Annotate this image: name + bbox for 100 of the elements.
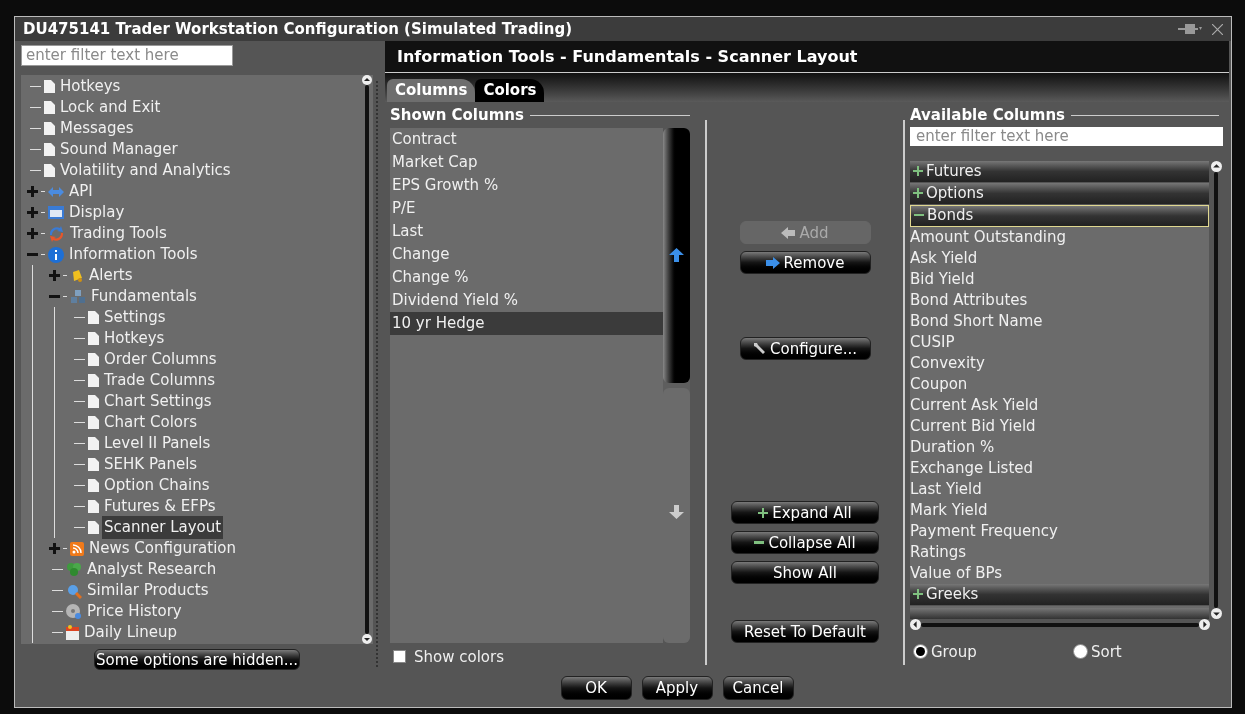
expand-icon[interactable] [27, 228, 38, 239]
filter-field[interactable]: enter filter text here [910, 126, 1223, 146]
page-icon [88, 458, 99, 471]
tree-item[interactable]: Settings [102, 306, 168, 329]
list-item[interactable]: P/E [390, 196, 663, 220]
group-header[interactable]: Options [910, 182, 1209, 205]
list-item[interactable]: Payment Frequency [910, 520, 1209, 542]
tree-item[interactable]: Information Tools [67, 243, 200, 266]
group-header[interactable]: Greeks [910, 583, 1209, 606]
list-item[interactable]: Ask Yield [910, 247, 1209, 269]
filter-field[interactable]: enter filter text here [21, 45, 233, 66]
dialog-button[interactable]: Cancel [722, 676, 794, 700]
tree-item[interactable]: Futures & EFPs [102, 495, 218, 518]
tree-item[interactable]: Chart Settings [102, 390, 214, 413]
tree-item[interactable]: Price History [85, 600, 184, 623]
tree-item[interactable]: Scanner Layout [102, 516, 224, 539]
scroll-down-icon[interactable] [1210, 607, 1222, 619]
tree-item[interactable]: Trade Columns [102, 369, 218, 392]
list-item[interactable]: Coupon [910, 373, 1209, 395]
tree-item[interactable]: News Configuration [87, 537, 239, 560]
tree-item[interactable]: Hotkeys [102, 327, 167, 350]
tree-item[interactable]: Order Columns [102, 348, 219, 371]
tree-item[interactable]: Analyst Research [85, 558, 219, 581]
page-icon [88, 353, 99, 366]
scrollbar-track[interactable] [365, 85, 369, 634]
tab[interactable]: Colors [475, 79, 545, 102]
scroll-up-icon[interactable] [362, 75, 372, 85]
expand-icon[interactable] [49, 543, 60, 554]
list-item[interactable]: 10 yr Hedge [390, 311, 663, 335]
group-header[interactable]: Bonds [910, 204, 1209, 227]
tree-item[interactable]: Fundamentals [89, 285, 199, 308]
action-button[interactable]: Expand All [731, 501, 879, 524]
list-item[interactable]: Bid Yield [910, 268, 1209, 290]
list-item[interactable]: Mark Yield [910, 499, 1209, 521]
tree-item[interactable]: Messages [58, 117, 136, 140]
close-icon[interactable] [1212, 23, 1223, 35]
plus-icon [913, 589, 923, 599]
scrollbar-track[interactable] [921, 622, 1199, 627]
list-item[interactable]: Last Yield [910, 478, 1209, 500]
action-button[interactable]: Configure... [739, 337, 871, 360]
down-arrow-icon[interactable] [669, 504, 684, 519]
page-icon [88, 437, 99, 450]
disc-icon [66, 603, 82, 620]
pin-icon[interactable] [1178, 24, 1202, 34]
list-item[interactable]: Current Bid Yield [910, 415, 1209, 437]
list-item[interactable]: Value of BPs [910, 562, 1209, 584]
tree-item[interactable]: Trading Tools [68, 222, 169, 245]
expand-icon[interactable] [27, 207, 38, 218]
list-item[interactable]: CUSIP [910, 331, 1209, 353]
list-item[interactable]: Last [390, 219, 663, 243]
scrollbar-track[interactable] [1214, 171, 1218, 608]
list-item[interactable]: Change % [390, 265, 663, 289]
list-item[interactable]: Bond Attributes [910, 289, 1209, 311]
action-button[interactable]: Show All [731, 561, 879, 584]
checkbox[interactable] [393, 650, 406, 664]
list-item[interactable]: Duration % [910, 436, 1209, 458]
list-item[interactable]: Contract [390, 127, 663, 151]
tab[interactable]: Columns [387, 79, 476, 102]
tree-item[interactable]: Option Chains [102, 474, 212, 497]
group-header[interactable]: Futures [910, 160, 1209, 183]
list-item[interactable]: Convexity [910, 352, 1209, 374]
tree-item[interactable]: Similar Products [85, 579, 211, 602]
dialog-button[interactable]: OK [560, 676, 632, 700]
scroll-thumb[interactable] [663, 127, 690, 383]
action-button[interactable]: Collapse All [731, 531, 879, 554]
radio-button[interactable] [913, 644, 928, 660]
tree-item[interactable]: Hotkeys [58, 75, 123, 98]
tree-item[interactable]: Sound Manager [58, 138, 180, 161]
tree-item[interactable]: Lock and Exit [58, 96, 163, 119]
list-item[interactable]: Market Cap [390, 150, 663, 174]
up-arrow-icon[interactable] [669, 248, 684, 262]
list-item[interactable]: Dividend Yield % [390, 288, 663, 312]
expand-icon[interactable] [49, 270, 60, 281]
list-item[interactable]: EPS Growth % [390, 173, 663, 197]
tree-item[interactable]: Alerts [87, 264, 135, 287]
action-button[interactable]: Remove [739, 251, 871, 274]
tree-item[interactable]: Display [67, 201, 127, 224]
tree-item[interactable]: Daily Lineup [82, 621, 179, 644]
tree-item[interactable]: API [67, 180, 95, 203]
expand-icon[interactable] [27, 186, 38, 197]
scroll-right-icon[interactable] [1199, 619, 1210, 630]
hidden-options-button[interactable]: Some options are hidden... [94, 649, 300, 670]
calendar-icon [66, 625, 79, 640]
tree-item[interactable]: Chart Colors [102, 411, 199, 434]
checkbox-label: Show colors [414, 646, 504, 668]
tree-item[interactable]: Level II Panels [102, 432, 213, 455]
list-item[interactable]: Amount Outstanding [910, 226, 1209, 248]
dialog-button[interactable]: Apply [641, 676, 713, 700]
list-item[interactable]: Ratings [910, 541, 1209, 563]
tree-item[interactable]: Volatility and Analytics [58, 159, 233, 182]
scroll-up-icon[interactable] [1210, 160, 1222, 172]
scroll-down-icon[interactable] [362, 634, 372, 644]
list-item[interactable]: Bond Short Name [910, 310, 1209, 332]
list-item[interactable]: Exchange Listed [910, 457, 1209, 479]
list-item[interactable]: Change [390, 242, 663, 266]
radio-button[interactable] [1073, 644, 1088, 660]
scroll-left-icon[interactable] [910, 619, 921, 630]
list-item[interactable]: Current Ask Yield [910, 394, 1209, 416]
reset-button[interactable]: Reset To Default [731, 620, 879, 643]
tree-item[interactable]: SEHK Panels [102, 453, 200, 476]
